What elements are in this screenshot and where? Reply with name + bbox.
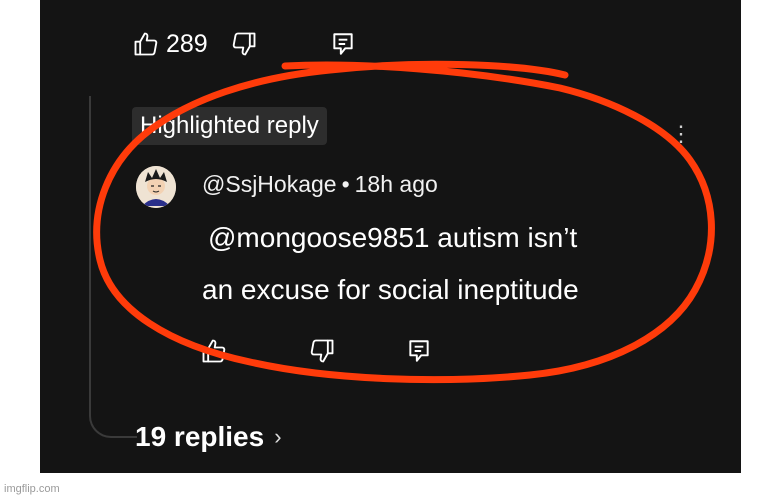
view-replies-button[interactable]: 19 replies › — [135, 421, 282, 453]
chevron-right-icon: › — [274, 424, 282, 449]
reply-icon[interactable] — [330, 30, 356, 58]
thumbs-down-icon[interactable] — [230, 30, 258, 58]
replies-count-label: 19 replies — [135, 421, 265, 452]
more-options-icon[interactable]: ⋮ — [670, 122, 692, 146]
thumbs-up-icon[interactable] — [132, 30, 160, 58]
reply-icon[interactable] — [406, 337, 432, 365]
parent-comment-actions: 289 — [132, 26, 356, 62]
thumbs-down-icon[interactable] — [308, 337, 336, 365]
comment-body: @mongoose9851 autism isn’t an excuse for… — [202, 212, 702, 316]
thumbs-up-icon[interactable] — [200, 337, 228, 365]
separator-dot: • — [341, 171, 350, 197]
comment-header: @SsjHokage • 18h ago — [202, 171, 438, 198]
highlighted-reply-badge: Highlighted reply — [132, 107, 327, 145]
comment-timestamp[interactable]: 18h ago — [355, 171, 438, 197]
avatar[interactable] — [136, 166, 176, 208]
reply-comment-actions — [200, 333, 432, 369]
author-name[interactable]: @SsjHokage — [202, 171, 337, 197]
like-count: 289 — [166, 29, 208, 58]
comment-text-line-2: an excuse for social ineptitude — [202, 274, 579, 305]
comment-text-line-1: @mongoose9851 autism isn’t — [208, 222, 578, 253]
thread-connector-line — [89, 96, 137, 438]
comment-thread-panel: 289 Highlighted reply ⋮ @SsjHokage • 18h a… — [40, 0, 741, 473]
watermark: imgflip.com — [4, 483, 60, 495]
